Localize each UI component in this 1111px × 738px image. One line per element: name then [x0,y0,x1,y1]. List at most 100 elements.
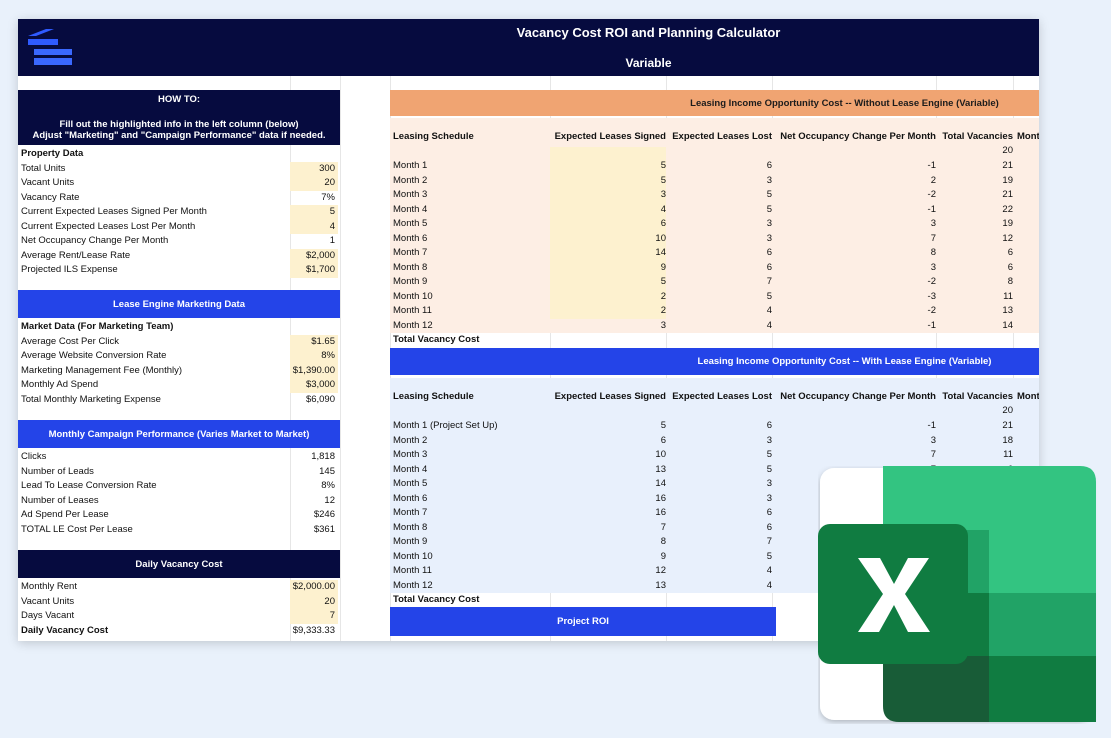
with-cell[interactable]: 5 [666,550,772,565]
with-cell[interactable]: 13 [550,463,666,478]
without-cell[interactable]: 7 [666,275,772,290]
without-cell[interactable]: 21 [936,159,1013,174]
without-cell[interactable]: 6 [666,159,772,174]
without-cell[interactable]: 10 [550,232,666,247]
daily-value-cell[interactable]: $2,000.00 [290,580,338,595]
with-cell[interactable]: 14 [550,477,666,492]
with-cell[interactable]: 18 [936,434,1013,449]
without-cell[interactable]: 7 [772,232,936,247]
without-cell[interactable]: 4 [666,304,772,319]
with-cell[interactable]: 3 [666,492,772,507]
with-cell[interactable]: 4 [666,579,772,594]
without-cell[interactable]: 3 [666,174,772,189]
property-value-cell[interactable]: 4 [290,219,338,234]
with-cell[interactable]: 13 [550,579,666,594]
with-cell[interactable]: 9 [550,550,666,565]
campaign-value-cell[interactable]: 145 [290,465,338,480]
daily-vacancy-total-value[interactable]: $9,333.33 [290,624,338,639]
without-cell[interactable]: 6 [936,261,1013,276]
without-cell[interactable]: 13 [936,304,1013,319]
with-cell[interactable]: 4 [666,564,772,579]
without-cell[interactable]: 6 [666,246,772,261]
without-cell[interactable]: -2 [772,304,936,319]
without-cell[interactable]: 11 [936,290,1013,305]
with-cell[interactable]: 6 [550,434,666,449]
campaign-value-cell[interactable]: 8% [290,479,338,494]
without-cell[interactable]: 3 [772,217,936,232]
with-cell[interactable]: 16 [550,492,666,507]
with-cell[interactable]: 7 [666,535,772,550]
with-cell[interactable]: 21 [936,419,1013,434]
with-cell[interactable]: 6 [666,419,772,434]
without-cell[interactable]: 8 [936,275,1013,290]
campaign-value-cell[interactable]: 1,818 [290,450,338,465]
with-cell[interactable]: 10 [550,448,666,463]
without-cell[interactable]: 3 [772,261,936,276]
campaign-value-cell[interactable]: $361 [290,523,338,538]
with-cell[interactable]: 6 [666,506,772,521]
without-cell[interactable]: -3 [772,290,936,305]
without-cell[interactable]: 3 [666,232,772,247]
without-cell[interactable]: -2 [772,275,936,290]
property-value-cell[interactable]: 5 [290,205,338,220]
with-cell[interactable]: 12 [550,564,666,579]
without-cell[interactable]: 8 [772,246,936,261]
without-cell[interactable]: 4 [550,203,666,218]
property-value-cell[interactable]: 300 [290,161,338,176]
with-cell[interactable]: 3 [772,434,936,449]
with-cell[interactable]: 3 [666,434,772,449]
without-cell[interactable]: 22 [936,203,1013,218]
property-value-cell[interactable]: 1 [290,234,338,249]
without-cell[interactable]: 6 [550,217,666,232]
with-cell[interactable]: 11 [936,448,1013,463]
without-cell[interactable]: 6 [666,261,772,276]
with-cell[interactable]: 7 [772,448,936,463]
without-cell[interactable]: 5 [550,174,666,189]
with-cell[interactable]: 5 [666,463,772,478]
without-start-vacancies[interactable]: 20 [936,144,1013,159]
property-value-cell[interactable]: $2,000 [290,248,338,263]
daily-value-cell[interactable]: 7 [290,609,338,624]
without-cell[interactable]: -1 [772,203,936,218]
without-cell[interactable]: 12 [936,232,1013,247]
without-cell[interactable]: 5 [550,275,666,290]
without-cell[interactable]: 5 [666,188,772,203]
without-cell[interactable]: 5 [550,159,666,174]
with-cell[interactable]: 16 [550,506,666,521]
with-cell[interactable]: -1 [772,419,936,434]
without-cell[interactable]: 19 [936,217,1013,232]
with-cell[interactable]: 6 [666,521,772,536]
marketing-value-cell[interactable]: $3,000 [290,378,338,393]
without-cell[interactable]: 3 [550,319,666,334]
with-cell[interactable]: 5 [550,419,666,434]
without-cell[interactable]: 2 [772,174,936,189]
without-cell[interactable]: 2 [550,304,666,319]
without-cell[interactable]: 2 [550,290,666,305]
property-value-cell[interactable]: $1,700 [290,263,338,278]
with-cell[interactable]: 7 [550,521,666,536]
without-cell[interactable]: 19 [936,174,1013,189]
daily-value-cell[interactable]: 20 [290,594,338,609]
without-cell[interactable]: 3 [666,217,772,232]
without-cell[interactable]: 4 [666,319,772,334]
without-cell[interactable]: 14 [936,319,1013,334]
marketing-value-cell[interactable]: $1.65 [290,334,338,349]
marketing-value-cell[interactable]: $6,090 [290,393,338,408]
without-cell[interactable]: 14 [550,246,666,261]
without-cell[interactable]: -2 [772,188,936,203]
without-cell[interactable]: 9 [550,261,666,276]
without-cell[interactable]: 5 [666,203,772,218]
property-value-cell[interactable]: 20 [290,176,338,191]
without-cell[interactable]: 21 [936,188,1013,203]
without-cell[interactable]: 3 [550,188,666,203]
campaign-value-cell[interactable]: 12 [290,494,338,509]
campaign-value-cell[interactable]: $246 [290,508,338,523]
without-cell[interactable]: 6 [936,246,1013,261]
without-cell[interactable]: 5 [666,290,772,305]
marketing-value-cell[interactable]: $1,390.00 [290,363,338,378]
without-cell[interactable]: -1 [772,319,936,334]
with-cell[interactable]: 8 [550,535,666,550]
with-start-vacancies[interactable]: 20 [936,404,1013,419]
property-value-cell[interactable]: 7% [290,191,338,206]
with-cell[interactable]: 3 [666,477,772,492]
